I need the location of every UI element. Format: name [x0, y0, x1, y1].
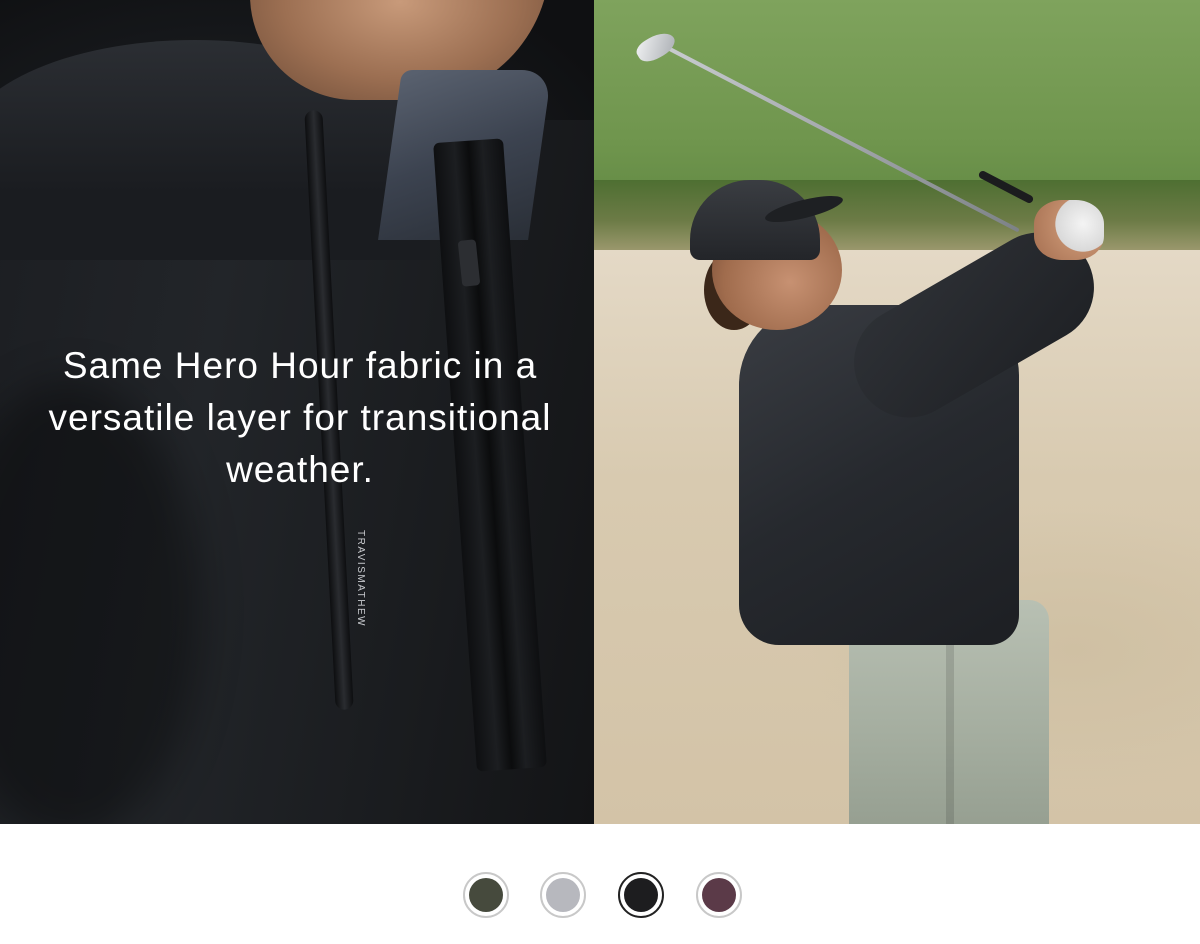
color-swatch-olive[interactable] — [463, 872, 509, 918]
hero-headline: Same Hero Hour fabric in a versatile lay… — [48, 345, 552, 490]
color-swatch-light-grey[interactable] — [540, 872, 586, 918]
pants-leg-divide — [946, 640, 954, 824]
golfer-bunker-image — [594, 0, 1200, 824]
hoodie-closeup-image: TRAVISMATHEW Same Hero Hour fabric in a … — [0, 0, 594, 824]
hero-banner: TRAVISMATHEW Same Hero Hour fabric in a … — [0, 0, 1200, 824]
color-swatch-row — [0, 824, 1200, 944]
color-swatch-plum[interactable] — [696, 872, 742, 918]
color-swatch-black[interactable] — [618, 872, 664, 918]
golfer-hands — [1034, 200, 1104, 260]
swatch-color-dot — [624, 878, 658, 912]
swatch-color-dot — [546, 878, 580, 912]
swatch-color-dot — [469, 878, 503, 912]
drawstring-brand-text: TRAVISMATHEW — [355, 530, 366, 628]
swatch-color-dot — [702, 878, 736, 912]
